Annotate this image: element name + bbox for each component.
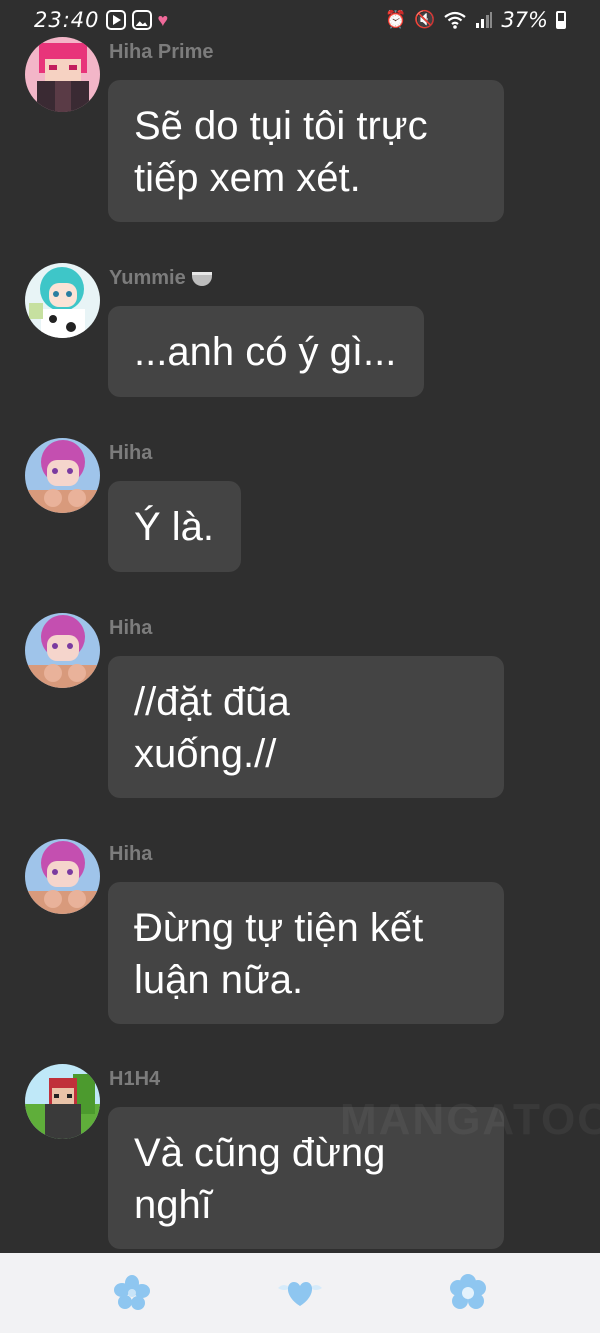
avatar[interactable] [25, 37, 100, 112]
heart-wings-icon [278, 1282, 322, 1306]
bottom-nav [0, 1253, 600, 1333]
chat-thread[interactable]: Hiha Prime Sẽ do tụi tôi trực tiếp xem x… [0, 0, 600, 1253]
sender-name: Hiha [109, 843, 152, 866]
avatar[interactable] [25, 839, 100, 914]
sender-name: Hiha Prime [109, 41, 213, 64]
sender-label: Hiha Prime [109, 41, 214, 63]
sender-name: Hiha [109, 442, 152, 465]
nav-heart-button[interactable] [274, 1273, 326, 1313]
avatar[interactable] [25, 1064, 100, 1139]
message-bubble[interactable]: //đặt đũa xuống.// [108, 656, 504, 798]
message-bubble[interactable]: Sẽ do tụi tôi trực tiếp xem xét. [108, 80, 504, 222]
message-text: Sẽ do tụi tôi trực tiếp xem xét. [134, 104, 428, 200]
message-bubble[interactable]: ...anh có ý gì... [108, 306, 424, 397]
avatar[interactable] [25, 438, 100, 513]
sender-label: Hiha [109, 442, 153, 464]
message-text: Đừng tự tiện kết luận nữa. [134, 906, 424, 1002]
message-text: //đặt đũa xuống.// [134, 680, 290, 776]
message-text: Ý là. [134, 505, 215, 549]
message-bubble[interactable]: Đừng tự tiện kết luận nữa. [108, 882, 504, 1024]
sender-label: Hiha [109, 617, 153, 639]
message-text: ...anh có ý gì... [134, 330, 397, 374]
nav-profile-button[interactable] [448, 1273, 488, 1313]
avatar[interactable] [25, 263, 100, 338]
sender-label: H1H4 [109, 1068, 161, 1090]
sender-name: Yummie [109, 267, 212, 290]
nav-flower-button[interactable] [112, 1273, 152, 1313]
message-bubble[interactable]: Ý là. [108, 481, 241, 572]
sender-name: H1H4 [109, 1068, 160, 1091]
flower-round-icon [450, 1274, 486, 1309]
flower-icon [114, 1275, 150, 1310]
sender-label: Hiha [109, 843, 153, 865]
cup-icon [191, 271, 212, 286]
sender-label: Yummie [109, 267, 186, 289]
avatar[interactable] [25, 613, 100, 688]
sender-name: Hiha [109, 617, 152, 640]
watermark: MANGATOON [340, 1095, 600, 1144]
